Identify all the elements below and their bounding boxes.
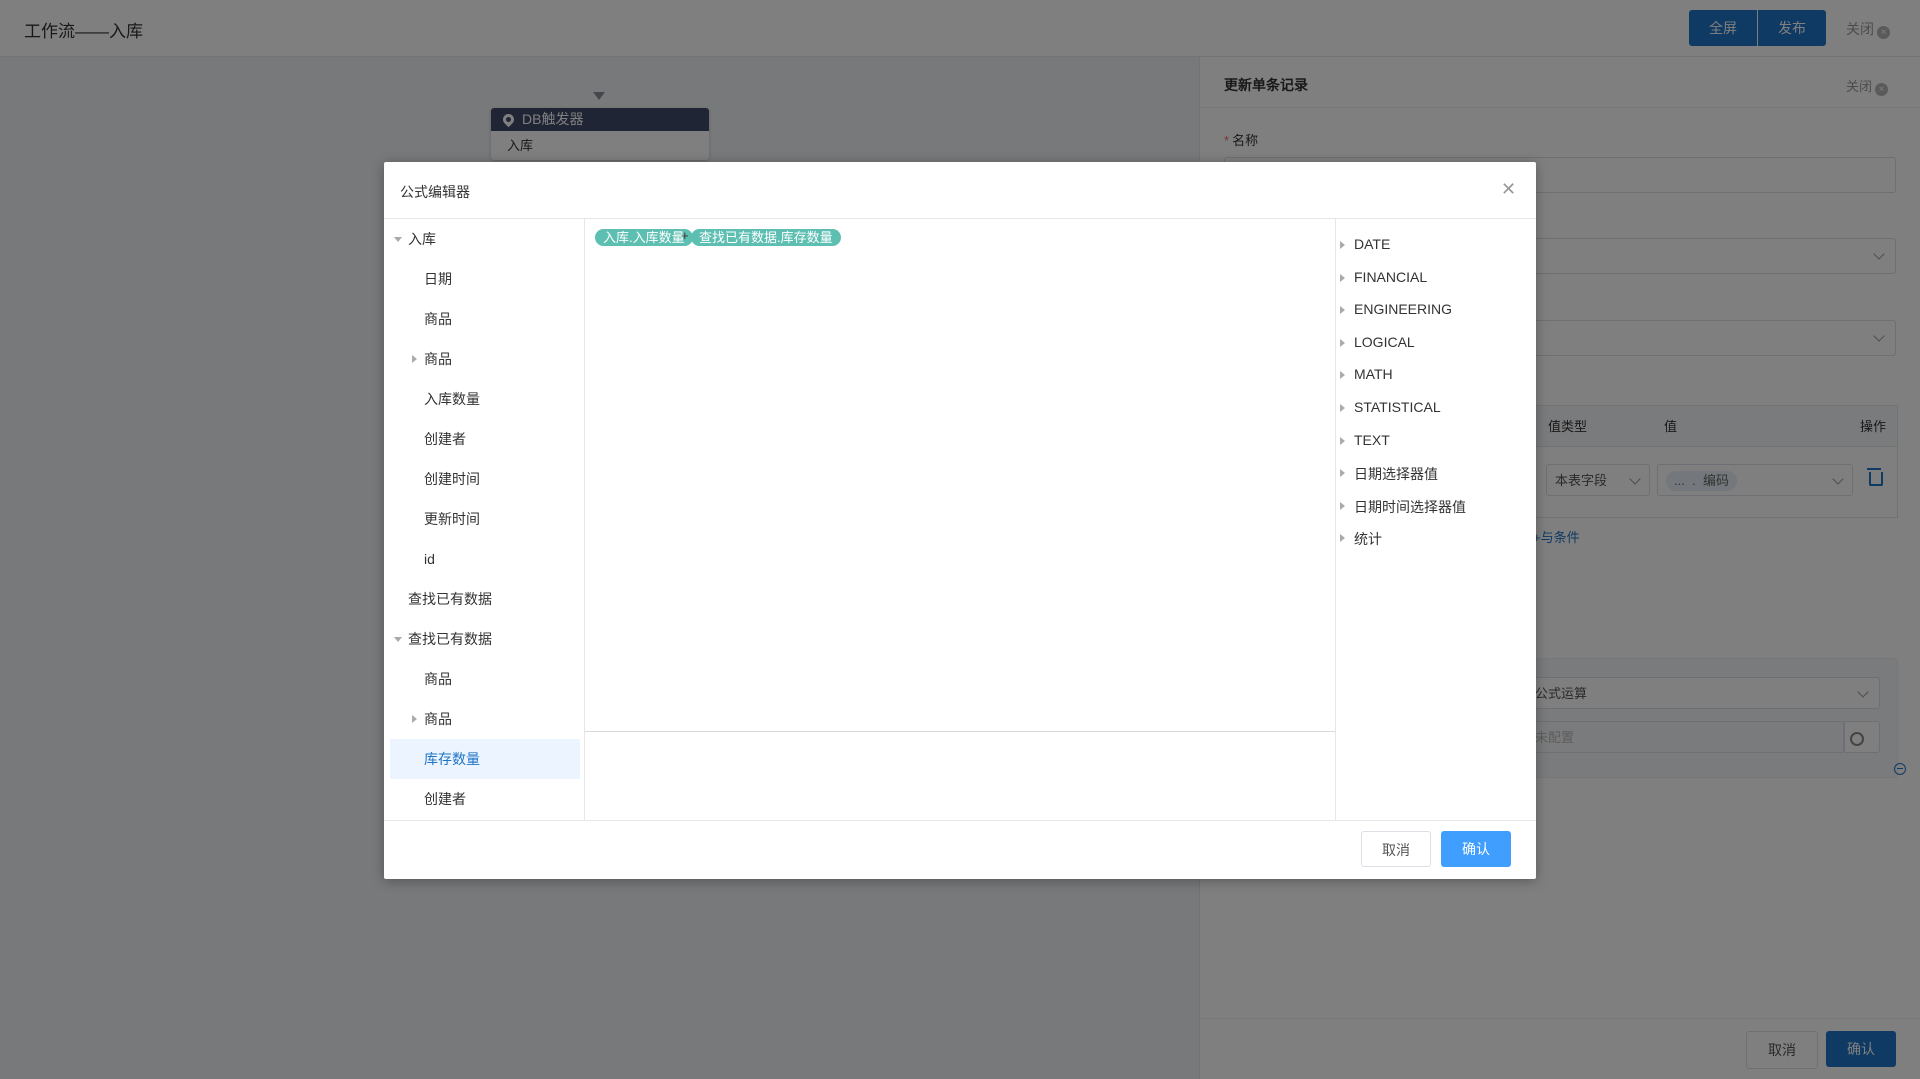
tree-item-label: 查找已有数据 [408, 631, 492, 647]
tree-item[interactable]: 商品 [390, 339, 580, 379]
dialog-title: 公式编辑器 [400, 184, 470, 200]
function-category-label: 日期选择器值 [1354, 466, 1438, 483]
function-category-label: DATE [1354, 236, 1391, 252]
function-category[interactable]: 日期选择器值 [1340, 464, 1438, 484]
tree-item-label: 创建者 [424, 791, 466, 807]
tree-item[interactable]: 创建时间 [390, 459, 580, 499]
function-list: DATE FINANCIAL ENGINEERING LOGICAL MATH STATI… [1335, 219, 1537, 820]
tree-item[interactable]: 入库数量 [390, 379, 580, 419]
tree-item[interactable]: 商品 [390, 659, 580, 699]
tree-item[interactable]: 商品 [390, 299, 580, 339]
tree-item[interactable]: 更新时间 [390, 499, 580, 539]
divider [384, 820, 1536, 821]
function-category-label: ENGINEERING [1354, 301, 1453, 318]
tree-item-label: 入库 [408, 231, 436, 247]
function-category[interactable]: FINANCIAL [1340, 268, 1428, 285]
function-category[interactable]: 统计 [1340, 529, 1382, 549]
function-category-label: TEXT [1354, 431, 1390, 448]
tree-item[interactable]: 创建者 [390, 419, 580, 459]
tree-item-label: id [424, 551, 435, 567]
tree-item[interactable]: 查找已有数据 [390, 579, 580, 619]
caret-right-icon [1340, 469, 1345, 478]
caret-down-icon[interactable] [394, 637, 402, 642]
function-category[interactable]: 日期时间选择器值 [1340, 497, 1466, 517]
tree-item[interactable]: 库存数量 [390, 739, 580, 779]
formula-editor[interactable]: 入库.入库数量 + 查找已有数据.库存数量 [585, 219, 1335, 732]
caret-right-icon [1340, 338, 1345, 347]
caret-right-icon [1340, 501, 1345, 510]
formula-token[interactable]: 查找已有数据.库存数量 [691, 229, 841, 246]
function-category[interactable]: MATH [1340, 366, 1393, 383]
tree-item-label: 创建时间 [424, 471, 480, 487]
function-category-label: 统计 [1354, 531, 1382, 548]
tree-item-label: 入库数量 [424, 391, 480, 407]
tree-item-label: 查找已有数据 [408, 591, 492, 607]
function-category-label: 日期时间选择器值 [1354, 498, 1466, 515]
tree-item[interactable]: 创建者 [390, 779, 580, 819]
formula-description [585, 732, 1335, 820]
tree-item[interactable]: 商品 [390, 699, 580, 739]
caret-right-icon [1340, 371, 1345, 380]
function-category[interactable]: TEXT [1340, 431, 1390, 448]
tree-item[interactable]: 日期 [390, 259, 580, 299]
tree-item-label: 日期 [424, 271, 452, 287]
formula-token[interactable]: 入库.入库数量 [595, 229, 693, 246]
tree-item[interactable]: 查找已有数据 [390, 619, 580, 659]
tree-item-label: 商品 [424, 351, 452, 367]
tree-item[interactable]: id [390, 539, 580, 579]
caret-right-icon[interactable] [412, 715, 417, 723]
tree-item-label: 库存数量 [424, 751, 480, 767]
function-category[interactable]: DATE [1340, 236, 1391, 252]
function-category-label: STATISTICAL [1354, 399, 1441, 415]
formula-editor-dialog: 公式编辑器 ✕ 入库 日期 商品 商品 入库数量 创建者 创建时间 更新时间 id 查找已有数据查… [384, 162, 1536, 879]
dialog-confirm-button[interactable]: 确认 [1441, 831, 1511, 867]
dialog-cancel-button[interactable]: 取消 [1361, 831, 1431, 867]
field-tree: 入库 日期 商品 商品 入库数量 创建者 创建时间 更新时间 id 查找已有数据 查找已有数据 商品商… [384, 219, 585, 820]
function-category[interactable]: ENGINEERING [1340, 301, 1453, 318]
function-category-label: FINANCIAL [1354, 268, 1428, 285]
tree-item-label: 更新时间 [424, 511, 480, 527]
caret-right-icon [1340, 436, 1345, 445]
function-category-label: MATH [1354, 366, 1393, 383]
tree-item[interactable]: 入库 [390, 219, 580, 259]
tree-item-label: 商品 [424, 311, 452, 327]
caret-right-icon [1340, 273, 1345, 282]
tree-item-label: 商品 [424, 671, 452, 687]
caret-right-icon [1340, 404, 1345, 412]
caret-right-icon [1340, 241, 1345, 249]
function-category-label: LOGICAL [1354, 333, 1415, 350]
caret-right-icon [1340, 534, 1345, 543]
caret-right-icon [1340, 306, 1345, 315]
caret-down-icon[interactable] [394, 237, 402, 242]
formula-operator: + [681, 228, 689, 243]
function-category[interactable]: LOGICAL [1340, 333, 1415, 350]
tree-item-label: 创建者 [424, 431, 466, 447]
tree-item-label: 商品 [424, 711, 452, 727]
dialog-close-icon[interactable]: ✕ [1501, 180, 1516, 198]
function-category[interactable]: STATISTICAL [1340, 399, 1441, 415]
caret-right-icon[interactable] [412, 355, 417, 363]
